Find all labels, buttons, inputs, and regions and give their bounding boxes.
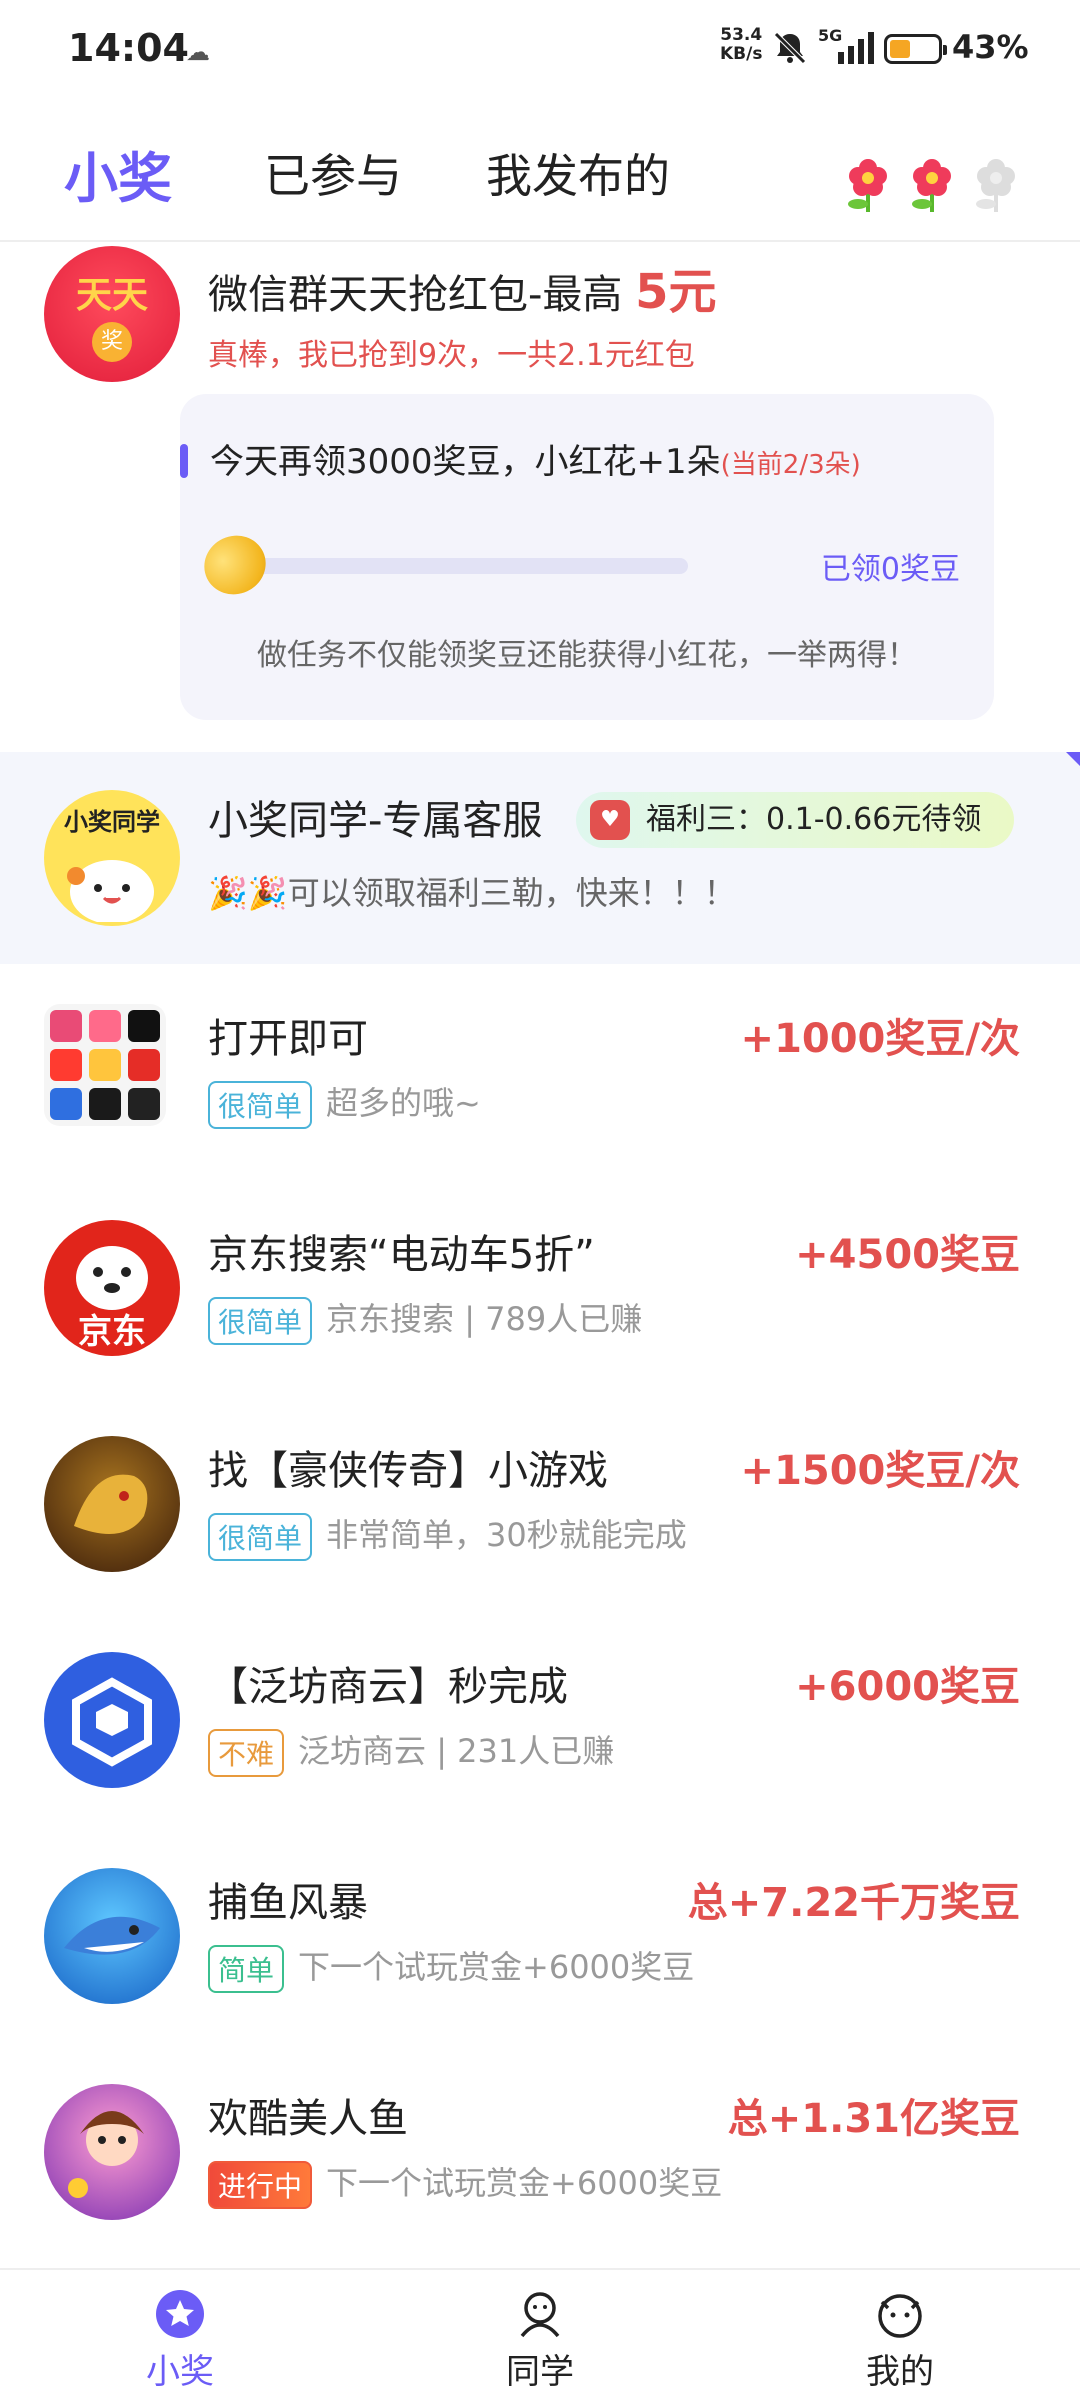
featured-title-text: 微信群天天抢红包-最高 (208, 272, 636, 318)
nav-mine[interactable]: 我的 (800, 2288, 1000, 2393)
cs-mascot-icon (67, 860, 154, 922)
item-desc: 非常简单，30秒就能完成 (326, 1516, 687, 1554)
customer-service-row[interactable]: 小奖同学 小奖同学-专属客服 ♥ 福利三：0.1-0.66元待领 🎉🎉可以领取福… (0, 752, 1080, 964)
list-item[interactable]: 欢酷美人鱼 总+1.31亿奖豆 进行中 下一个试玩赏金+6000奖豆 (0, 2070, 1080, 2270)
item-title: 找【豪侠传奇】小游戏 (208, 1448, 608, 1494)
status-time: 14:04 (68, 26, 189, 70)
game-dragon-icon (44, 1436, 180, 1572)
signal-icon (838, 32, 874, 64)
item-reward: +1500奖豆/次 (740, 1448, 1020, 1494)
net-speed-value: 53.4 (720, 25, 763, 45)
nav-classmate[interactable]: 同学 (440, 2288, 640, 2393)
item-reward: 总+1.31亿奖豆 (727, 2096, 1020, 2142)
item-desc-row: 简单 下一个试玩赏金+6000奖豆 (208, 1942, 694, 1993)
battery-icon (884, 34, 947, 64)
nav-label: 小奖 (146, 2352, 214, 2392)
featured-title: 微信群天天抢红包-最高 5元 (208, 252, 717, 322)
item-reward: +6000奖豆 (795, 1664, 1020, 1710)
list-item[interactable]: 找【豪侠传奇】小游戏 +1500奖豆/次 很简单 非常简单，30秒就能完成 (0, 1422, 1080, 1622)
difficulty-tag: 很简单 (208, 1297, 313, 1345)
task-tip: 做任务不仅能领奖豆还能获得小红花，一举两得！ (257, 638, 917, 673)
tab-joined[interactable]: 已参与 (264, 140, 402, 206)
star-icon (156, 2290, 204, 2338)
cs-avatar: 小奖同学 (44, 790, 180, 926)
shark-game-icon (44, 1868, 180, 2004)
cube-logo-icon (44, 1652, 180, 1788)
cs-title: 小奖同学-专属客服 (208, 798, 543, 844)
item-title: 欢酷美人鱼 (208, 2096, 408, 2142)
task-title-text: 今天再领3000奖豆，小红花+1朵 (210, 442, 721, 482)
item-reward: +4500奖豆 (795, 1232, 1020, 1278)
gift-icon: ♥ (590, 800, 630, 840)
avatar-coin: 奖 (92, 322, 132, 362)
avatar-label: 天天 (75, 275, 148, 316)
welfare-badge[interactable]: ♥ 福利三：0.1-0.66元待领 (576, 792, 1014, 848)
difficulty-tag: 简单 (208, 1945, 285, 1993)
item-desc-row: 不难 泛坊商云 | 231人已赚 (208, 1726, 614, 1777)
bean-icon (194, 525, 276, 605)
item-reward: 总+7.22千万奖豆 (687, 1880, 1020, 1926)
top-tabs: 小奖 已参与 我发布的 (0, 110, 1080, 240)
task-received: 已领0奖豆 (820, 552, 960, 587)
featured-title-highlight: 5元 (635, 264, 717, 320)
corner-marker (1066, 752, 1080, 766)
item-desc: 泛坊商云 | 231人已赚 (298, 1732, 615, 1770)
featured-subtitle: 真棒，我已抢到9次，一共2.1元红包 (208, 338, 695, 373)
item-desc: 京东搜索 | 789人已赚 (326, 1300, 643, 1338)
item-desc: 下一个试玩赏金+6000奖豆 (326, 2164, 723, 2202)
status-bar: 14:04 ☁ 53.4 KB/s 5G 43% (0, 0, 1080, 96)
bell-muted-icon (774, 32, 806, 64)
battery-percent: 43% (952, 28, 1029, 66)
item-desc-row: 很简单 非常简单，30秒就能完成 (208, 1510, 687, 1561)
tab-published[interactable]: 我发布的 (486, 140, 670, 206)
status-tag: 进行中 (208, 2161, 313, 2209)
list-item[interactable]: 打开即可 +1000奖豆/次 很简单 超多的哦~ (0, 990, 1080, 1190)
task-progress-track (250, 558, 688, 574)
item-title: 打开即可 (208, 1016, 368, 1062)
item-title: 【泛坊商云】秒完成 (208, 1664, 568, 1710)
face-icon (878, 2294, 922, 2338)
item-desc-row: 很简单 京东搜索 | 789人已赚 (208, 1294, 642, 1345)
difficulty-tag: 很简单 (208, 1081, 313, 1129)
difficulty-tag: 不难 (208, 1729, 285, 1777)
nav-xiaojiang[interactable]: 小奖 (80, 2288, 280, 2393)
item-desc: 超多的哦~ (326, 1084, 481, 1122)
cs-subtitle-text: 可以领取福利三勒，快来！！！ (287, 874, 736, 912)
item-desc: 下一个试玩赏金+6000奖豆 (298, 1948, 695, 1986)
nav-label: 我的 (866, 2352, 934, 2392)
tab-xiaojiang[interactable]: 小奖 (64, 134, 172, 213)
list-item[interactable]: 京东 京东搜索“电动车5折” +4500奖豆 很简单 京东搜索 | 789人已赚 (0, 1206, 1080, 1406)
jd-logo-text: 京东 (78, 1312, 146, 1352)
list-item[interactable]: 捕鱼风暴 总+7.22千万奖豆 简单 下一个试玩赏金+6000奖豆 (0, 1854, 1080, 2054)
cs-subtitle: 🎉🎉可以领取福利三勒，快来！！！ (208, 868, 736, 914)
app-grid-icon (44, 1004, 166, 1126)
mermaid-game-icon (44, 2084, 180, 2220)
item-desc-row: 进行中 下一个试玩赏金+6000奖豆 (208, 2158, 722, 2209)
item-title: 京东搜索“电动车5折” (208, 1232, 595, 1278)
net-speed: 53.4 KB/s (720, 26, 762, 64)
party-emoji: 🎉🎉 (208, 874, 288, 912)
list-item[interactable]: 【泛坊商云】秒完成 +6000奖豆 不难 泛坊商云 | 231人已赚 (0, 1638, 1080, 1838)
item-desc-row: 很简单 超多的哦~ (208, 1078, 481, 1129)
task-progress-note: (当前2/3朵) (720, 450, 861, 480)
flowers-icon (848, 159, 1015, 212)
cloud-icon: ☁ (186, 38, 210, 66)
bottom-nav: 小奖 同学 我的 (0, 2268, 1080, 2401)
cs-avatar-label: 小奖同学 (64, 808, 160, 836)
jd-logo: 京东 (44, 1220, 180, 1356)
nav-label: 同学 (506, 2352, 574, 2392)
item-title: 捕鱼风暴 (208, 1880, 368, 1926)
net-speed-unit: KB/s (720, 44, 763, 64)
difficulty-tag: 很简单 (208, 1513, 313, 1561)
task-title: 今天再领3000奖豆，小红花+1朵(当前2/3朵) (210, 434, 861, 483)
buddy-icon (520, 2292, 560, 2338)
item-reward: +1000奖豆/次 (740, 1016, 1020, 1062)
tiantian-avatar: 天天 奖 (44, 246, 180, 382)
battery-fill (890, 40, 910, 58)
daily-task-card[interactable]: 今天再领3000奖豆，小红花+1朵(当前2/3朵) 已领0奖豆 做任务不仅能领奖… (180, 394, 994, 720)
welfare-label: 福利三：0.1-0.66元待领 (646, 802, 982, 837)
accent-bar (180, 444, 188, 478)
